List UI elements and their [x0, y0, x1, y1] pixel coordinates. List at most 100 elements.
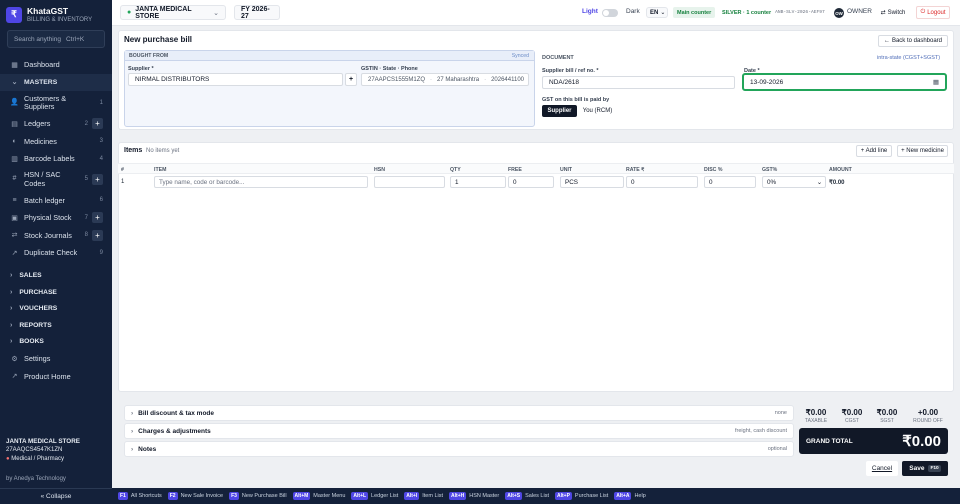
date-input[interactable]: 13-09-2026 ▦	[742, 73, 947, 91]
theme-light-label[interactable]: Light	[582, 8, 598, 15]
col-header-disc: DISC %	[704, 167, 723, 173]
shortcut-label: Master Menu	[313, 493, 346, 499]
shortcut-bar: F1 All Shortcuts F2 New Sale Invoice F3 New…	[112, 488, 960, 504]
add-hsn-button[interactable]: +	[92, 174, 103, 185]
switch-icon: ⇄	[880, 10, 886, 16]
sidebar-item-batch-ledger[interactable]: ≡ Batch ledger 6	[0, 192, 112, 210]
shortcut-all[interactable]: F1 All Shortcuts	[118, 492, 162, 500]
save-button[interactable]: Save F10	[902, 461, 948, 476]
brand[interactable]: ₹ KhataGST BILLING & INVENTORY	[6, 6, 92, 23]
sidebar-item-count: 1	[99, 99, 103, 106]
cancel-button[interactable]: Cancel	[866, 461, 898, 476]
calendar-icon[interactable]: ▦	[933, 78, 939, 86]
sidebar-section-reports[interactable]: › REPORTS	[0, 317, 112, 334]
section-label: Notes	[138, 445, 157, 453]
grid-icon: ▦	[11, 61, 18, 69]
sidebar-section-books[interactable]: › BOOKS	[0, 334, 112, 351]
supplier-state: 27 Maharashtra	[437, 76, 480, 83]
store-selector[interactable]: ● JANTA MEDICAL STORE ⌄	[120, 5, 226, 20]
unit-input[interactable]: PCS	[560, 176, 624, 188]
language-selector[interactable]: EN ⌄	[646, 7, 668, 18]
free-input[interactable]: 0	[508, 176, 554, 188]
shortcut-label: Help	[634, 493, 646, 499]
sidebar-item-stock-journals[interactable]: ⇄ Stock Journals 8 +	[0, 227, 112, 245]
supplier-label: Supplier *	[128, 66, 154, 72]
theme-dark-label[interactable]: Dark	[626, 8, 640, 15]
rate-input[interactable]: 0	[626, 176, 698, 188]
fy-selector[interactable]: FY 2026-27	[234, 5, 280, 20]
add-line-button[interactable]: + Add line	[856, 145, 892, 157]
paid-by-you-rcm-button[interactable]: You (RCM)	[579, 105, 616, 117]
shortcut-hsn-master[interactable]: Alt+H HSN Master	[449, 492, 499, 500]
qty-input[interactable]: 1	[450, 176, 506, 188]
status-dot-icon: ●	[127, 9, 132, 16]
add-ledger-button[interactable]: +	[92, 118, 103, 130]
shortcut-key: F2	[167, 492, 178, 500]
sidebar-item-count: 6	[99, 197, 103, 204]
shortcut-item-list[interactable]: Alt+I Item List	[404, 492, 443, 500]
shortcut-master-menu[interactable]: Alt+M Master Menu	[292, 492, 346, 500]
sidebar-item-label: Product Home	[24, 371, 71, 381]
disc-input[interactable]: 0	[704, 176, 756, 188]
cgst-total: ₹0.00 CGST	[836, 408, 868, 424]
notes-section[interactable]: › Notes optional	[124, 441, 794, 457]
shortcut-new-purchase-bill[interactable]: F3 New Purchase Bill	[229, 492, 287, 500]
shortcut-key: Alt+A	[614, 492, 632, 500]
sidebar-item-label: Batch ledger	[24, 195, 65, 205]
paid-by-supplier-button[interactable]: Supplier	[542, 105, 577, 117]
charges-adjustments-section[interactable]: › Charges & adjustments freight, cash di…	[124, 423, 794, 439]
search-input[interactable]: Search anything Ctrl+K	[7, 30, 105, 48]
date-value: 13-09-2026	[750, 78, 784, 86]
sidebar-item-settings[interactable]: ⚙ Settings	[0, 350, 112, 368]
store-gstin: 27AAQCS4547K1ZN	[6, 447, 63, 454]
sidebar-item-hsn-sac-codes[interactable]: # HSN / SAC Codes 5 +	[0, 168, 112, 192]
sidebar-item-medicines[interactable]: ◐ Medicines 3	[0, 133, 112, 151]
gst-select[interactable]: 0% ⌄	[762, 176, 826, 188]
license-key: ANB-SLV-2026-AEF97	[775, 10, 825, 15]
shortcut-purchase-list[interactable]: Alt+P Purchase List	[554, 492, 608, 500]
logout-button[interactable]: ⏻ Logout	[916, 6, 950, 19]
sidebar-item-customers-suppliers[interactable]: 👤 Customers & Suppliers 1	[0, 91, 112, 115]
add-physical-stock-button[interactable]: +	[92, 212, 103, 224]
sidebar-item-count: 2	[84, 120, 88, 127]
sidebar-section-sales[interactable]: › SALES	[0, 268, 112, 285]
theme-toggle[interactable]	[602, 9, 618, 17]
bill-discount-section[interactable]: › Bill discount & tax mode none	[124, 405, 794, 421]
sidebar-item-ledgers[interactable]: ▤ Ledgers 2 +	[0, 115, 112, 133]
sidebar-section-vouchers[interactable]: › VOUCHERS	[0, 301, 112, 318]
plan-label: SILVER · 1 counter	[722, 9, 772, 16]
cgst-label: CGST	[845, 418, 859, 424]
shortcut-ledger-list[interactable]: Alt+L Ledger List	[351, 492, 398, 500]
switch-button[interactable]: ⇄ Switch	[876, 6, 910, 19]
sidebar-item-count: 5	[84, 176, 88, 183]
avatar[interactable]: OW	[834, 8, 844, 18]
tag-icon: ▥	[11, 155, 18, 163]
sidebar-section-purchase[interactable]: › PURCHASE	[0, 284, 112, 301]
sidebar-item-physical-stock[interactable]: ▣ Physical Stock 7 +	[0, 209, 112, 227]
hsn-input[interactable]	[374, 176, 445, 188]
shortcut-label: Sales List	[525, 493, 549, 499]
shortcut-new-sale-invoice[interactable]: F2 New Sale Invoice	[167, 492, 223, 500]
supplier-input[interactable]: NIRMAL DISTRIBUTORS	[128, 73, 343, 86]
shortcut-sales-list[interactable]: Alt+S Sales List	[505, 492, 549, 500]
save-shortcut-badge: F10	[928, 465, 941, 472]
collapse-sidebar-button[interactable]: « Collapse	[0, 488, 112, 504]
back-to-dashboard-button[interactable]: ← Back to dashboard	[878, 35, 948, 47]
items-empty-note: No items yet	[146, 148, 180, 154]
add-supplier-button[interactable]: +	[345, 73, 357, 86]
gst-paid-by-label: GST on this bill is paid by	[542, 97, 610, 103]
add-stock-journal-button[interactable]: +	[92, 229, 103, 241]
sidebar-item-barcode-labels[interactable]: ▥ Barcode Labels 4	[0, 150, 112, 168]
item-search-input[interactable]: Type name, code or barcode...	[154, 176, 368, 188]
sidebar-nav: ▦ Dashboard ⌄ MASTERS 👤 Customers & Supp…	[0, 56, 112, 385]
app-subtitle: BILLING & INVENTORY	[27, 17, 93, 23]
sidebar-item-product-home[interactable]: ↗ Product Home	[0, 368, 112, 386]
shortcut-help[interactable]: Alt+A Help	[614, 492, 646, 500]
sidebar-item-dashboard[interactable]: ▦ Dashboard	[0, 56, 112, 74]
sidebar-item-masters[interactable]: ⌄ MASTERS	[0, 73, 112, 91]
new-medicine-button[interactable]: + New medicine	[897, 145, 948, 157]
sidebar-item-label: Customers & Suppliers	[24, 93, 67, 111]
supplier-bill-input[interactable]: NDA/2618	[542, 76, 735, 89]
arrow-left-icon: ←	[883, 38, 890, 44]
sidebar-item-duplicate-check[interactable]: ↗ Duplicate Check 9	[0, 244, 112, 262]
